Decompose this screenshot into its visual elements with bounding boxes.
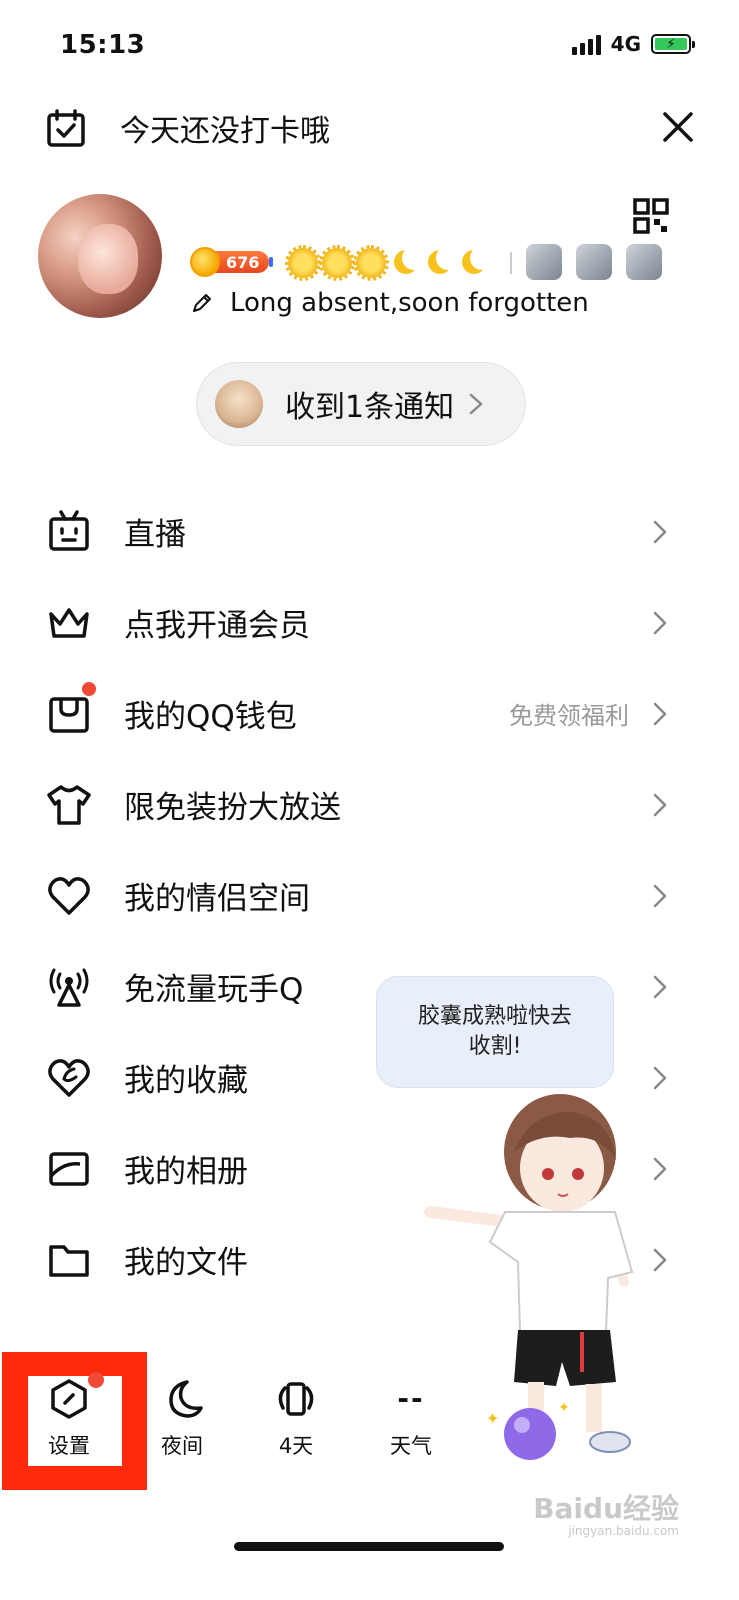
night-mode-button[interactable]: 夜间 bbox=[137, 1378, 227, 1460]
divider bbox=[510, 252, 512, 274]
menu-sub-label: 免费领福利 bbox=[509, 702, 629, 730]
coin-count: 676 bbox=[226, 252, 260, 272]
album-icon bbox=[49, 1151, 89, 1186]
svg-text:✦: ✦ bbox=[558, 1400, 570, 1416]
watermark-url: jingyan.baidu.com bbox=[568, 1523, 679, 1538]
menu-label: 限免装扮大放送 bbox=[124, 790, 341, 826]
wallet-icon bbox=[49, 696, 89, 733]
tshirt-icon bbox=[47, 784, 91, 825]
checkin-text[interactable]: 今天还没打卡哦 bbox=[120, 106, 330, 150]
favorite-heart-icon bbox=[48, 1058, 90, 1097]
night-label: 夜间 bbox=[161, 1434, 203, 1458]
menu-item-live[interactable]: 直播 bbox=[0, 486, 739, 577]
avatar[interactable] bbox=[38, 194, 162, 318]
settings-button[interactable]: 设置 bbox=[24, 1378, 114, 1460]
sun-level-icon bbox=[285, 245, 321, 281]
home-indicator[interactable] bbox=[234, 1542, 504, 1551]
notification-button[interactable]: 收到1条通知 bbox=[196, 362, 526, 446]
days-label: 4天 bbox=[278, 1434, 314, 1458]
folder-icon bbox=[49, 1244, 89, 1277]
weather-button[interactable]: -- 天气 bbox=[366, 1378, 456, 1460]
notification-text: 收到1条通知 bbox=[285, 390, 455, 425]
watermark-brand: Baidu经验 bbox=[533, 1492, 679, 1525]
winged-badge-icon bbox=[278, 1382, 314, 1416]
moon-level-icon bbox=[390, 248, 420, 278]
chevron-right-icon bbox=[653, 702, 667, 725]
chevron-right-icon bbox=[653, 611, 667, 634]
bubble-line: 收割! bbox=[468, 1034, 522, 1059]
battery-icon: ⚡ bbox=[651, 34, 695, 54]
menu-label: 我的收藏 bbox=[124, 1063, 248, 1099]
signal-icon bbox=[571, 33, 601, 55]
speech-bubble[interactable]: 胶囊成熟啦快去 收割! bbox=[376, 976, 614, 1088]
menu-item-couple-space[interactable]: 我的情侣空间 bbox=[0, 850, 739, 941]
pencil-icon bbox=[193, 294, 211, 312]
settings-label: 设置 bbox=[48, 1434, 90, 1458]
antenna-icon bbox=[49, 968, 89, 1007]
qr-code-icon[interactable] bbox=[633, 198, 669, 234]
calendar-check-icon[interactable] bbox=[46, 108, 86, 148]
coin-icon bbox=[190, 247, 220, 277]
badge-icon bbox=[526, 244, 562, 280]
menu-item-wallet[interactable]: 我的QQ钱包 免费领福利 bbox=[0, 668, 739, 759]
menu-label: 免流量玩手Q bbox=[124, 972, 304, 1008]
chevron-right-icon bbox=[653, 884, 667, 907]
bubble-line: 胶囊成熟啦快去 bbox=[417, 1004, 572, 1030]
chevron-right-icon bbox=[653, 520, 667, 543]
chevron-right-icon bbox=[469, 393, 483, 415]
status-indicators: 4G ⚡ bbox=[571, 32, 695, 56]
red-dot-badge bbox=[88, 1372, 104, 1388]
checkin-days-button[interactable]: 4天 bbox=[251, 1378, 341, 1460]
tv-icon bbox=[49, 509, 89, 551]
svg-text:✦: ✦ bbox=[486, 1409, 499, 1428]
chevron-right-icon bbox=[653, 1157, 667, 1180]
menu-label: 我的QQ钱包 bbox=[124, 699, 297, 735]
network-type: 4G bbox=[610, 32, 641, 56]
achievement-badges[interactable] bbox=[526, 244, 662, 280]
close-icon[interactable] bbox=[661, 110, 695, 144]
signature-row[interactable]: Long absent,soon forgotten bbox=[190, 288, 589, 318]
notification-avatar bbox=[215, 380, 263, 428]
weather-value: -- bbox=[397, 1382, 425, 1415]
menu-label: 我的文件 bbox=[124, 1245, 248, 1281]
menu-label: 点我开通会员 bbox=[124, 608, 310, 644]
sun-level-icon bbox=[319, 245, 355, 281]
crown-icon bbox=[49, 607, 89, 638]
moon-icon bbox=[169, 1380, 203, 1418]
heart-icon bbox=[48, 876, 90, 915]
chevron-right-icon bbox=[653, 1066, 667, 1089]
menu-label: 直播 bbox=[124, 517, 186, 553]
menu-label: 我的相册 bbox=[124, 1154, 248, 1190]
menu-item-themes[interactable]: 限免装扮大放送 bbox=[0, 759, 739, 850]
watermark: Baidu经验 jingyan.baidu.com bbox=[533, 1492, 679, 1538]
coin-badge[interactable]: 676 bbox=[190, 247, 274, 277]
menu-item-vip[interactable]: 点我开通会员 bbox=[0, 577, 739, 668]
chevron-right-icon bbox=[653, 1248, 667, 1271]
chevron-right-icon bbox=[653, 793, 667, 816]
status-time: 15:13 bbox=[60, 30, 146, 60]
menu-label: 我的情侣空间 bbox=[124, 881, 310, 917]
moon-level-icon bbox=[458, 248, 488, 278]
badge-icon bbox=[576, 244, 612, 280]
weather-label: 天气 bbox=[390, 1434, 432, 1458]
menu-item-free-data[interactable]: 免流量玩手Q bbox=[0, 941, 739, 1032]
red-dot-badge bbox=[82, 682, 96, 696]
settings-icon bbox=[51, 1379, 87, 1419]
sun-level-icon bbox=[353, 245, 389, 281]
badge-icon bbox=[626, 244, 662, 280]
signature-text: Long absent,soon forgotten bbox=[230, 288, 589, 318]
chevron-right-icon bbox=[653, 975, 667, 998]
level-icons[interactable] bbox=[285, 245, 488, 281]
moon-level-icon bbox=[424, 248, 454, 278]
